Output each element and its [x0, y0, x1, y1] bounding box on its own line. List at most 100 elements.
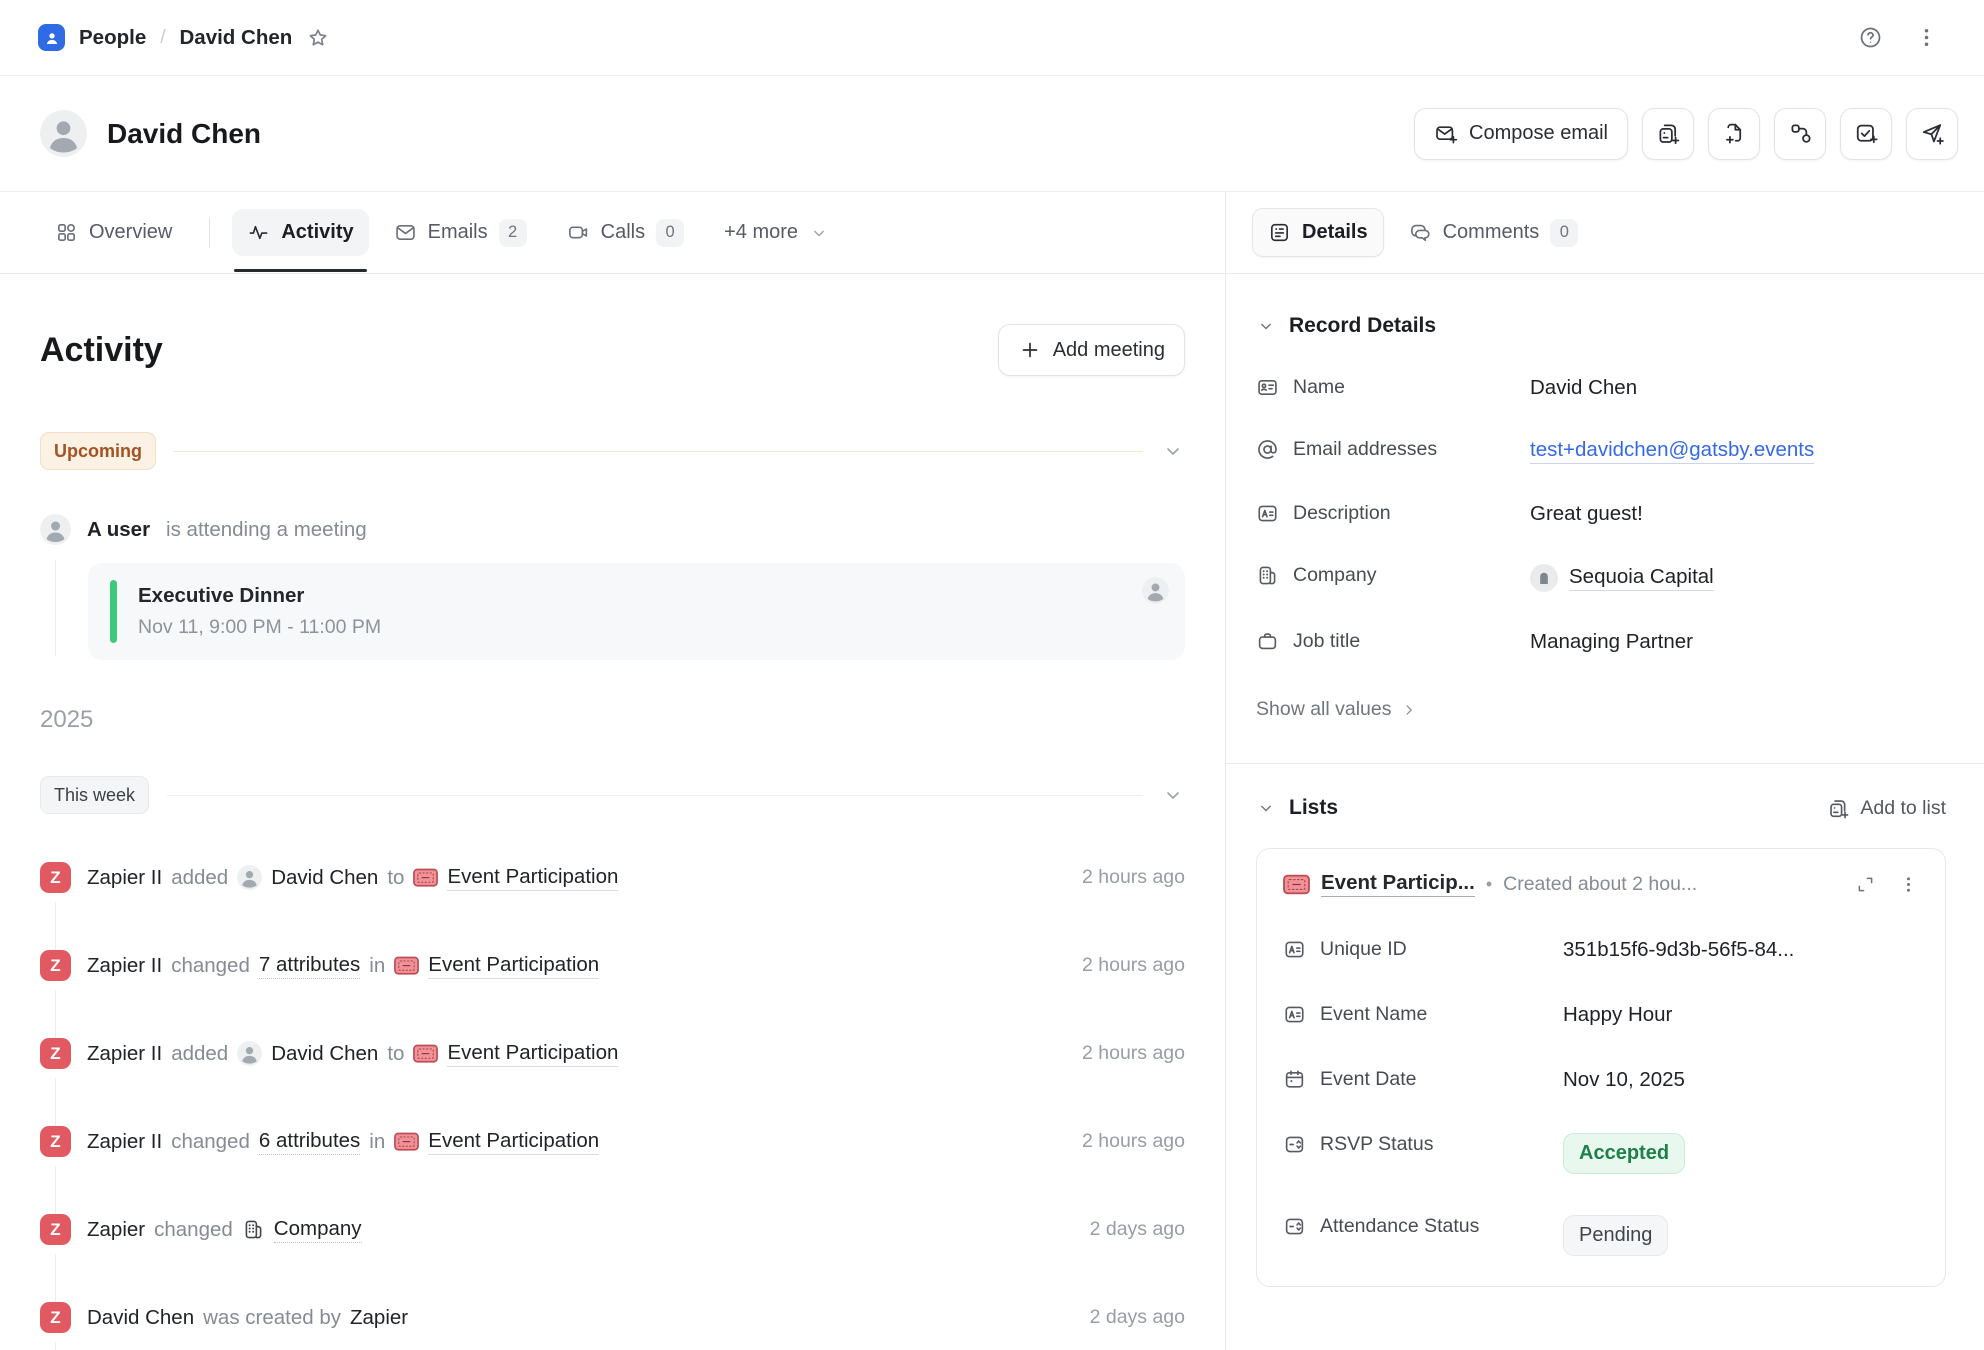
field-row: Name David Chen: [1256, 376, 1946, 400]
building-icon: [1256, 564, 1279, 587]
list-entry-meta: Created about 2 hou...: [1503, 873, 1844, 896]
tab-details[interactable]: Details: [1252, 208, 1384, 257]
topbar-actions: [1852, 20, 1944, 56]
add-to-list-button[interactable]: Add to list: [1827, 797, 1946, 820]
workflow-button[interactable]: [1774, 108, 1826, 160]
attribute-link[interactable]: 7 attributes: [259, 953, 360, 979]
tab-comments[interactable]: Comments0: [1394, 207, 1594, 259]
file-add-button[interactable]: [1708, 108, 1760, 160]
attending-text: is attending a meeting: [166, 518, 367, 542]
send-add-button[interactable]: [1906, 108, 1958, 160]
list-add-icon: [1827, 797, 1850, 820]
envelope-plus-icon: [1434, 122, 1458, 146]
actor-name: Zapier: [350, 1306, 408, 1330]
field-value[interactable]: Managing Partner: [1530, 630, 1693, 654]
event-verb: changed: [154, 1218, 233, 1242]
field-row: Unique ID351b15f6-9d3b-56f5-84...: [1283, 938, 1919, 962]
record-link[interactable]: David Chen: [271, 866, 378, 890]
actor-name: Zapier II: [87, 866, 162, 890]
status-badge[interactable]: Accepted: [1563, 1133, 1685, 1174]
event-verb: was created by: [203, 1306, 341, 1330]
email-link[interactable]: test+davidchen@gatsby.events: [1530, 438, 1814, 464]
list-entry-fields: Unique ID351b15f6-9d3b-56f5-84...Event N…: [1283, 938, 1919, 1256]
list-link[interactable]: Event Participation: [447, 865, 618, 891]
collapse-upcoming-chevron-icon[interactable]: [1161, 439, 1185, 463]
tab-calls[interactable]: Calls0: [552, 207, 699, 259]
file-add-icon: [1722, 121, 1747, 146]
feed-timestamp: 2 days ago: [1070, 1218, 1185, 1241]
field-row: RSVP Status Accepted: [1283, 1133, 1919, 1174]
breadcrumb-record[interactable]: David Chen: [180, 26, 293, 50]
note-add-icon: [1656, 121, 1681, 146]
actor-name: Zapier II: [87, 1130, 162, 1154]
field-value[interactable]: David Chen: [1530, 376, 1637, 400]
ticket-icon: [1283, 874, 1310, 895]
note-add-button[interactable]: [1642, 108, 1694, 160]
add-meeting-button[interactable]: Add meeting: [998, 324, 1185, 376]
tab-more[interactable]: +4 more: [709, 209, 844, 256]
workflow-icon: [1788, 121, 1813, 146]
breadcrumb-workspace[interactable]: People: [79, 26, 146, 50]
help-button[interactable]: [1852, 20, 1888, 56]
actor-name: Zapier: [87, 1218, 145, 1242]
upcoming-badge: Upcoming: [40, 432, 156, 470]
company-link[interactable]: Sequoia Capital: [1569, 565, 1714, 591]
feed-timestamp: 2 hours ago: [1062, 1042, 1185, 1065]
meeting-attendee-avatar: [1142, 577, 1169, 604]
meeting-card[interactable]: Executive Dinner Nov 11, 9:00 PM - 11:00…: [88, 563, 1185, 660]
kebab-menu-icon[interactable]: [1898, 874, 1919, 895]
record-title: David Chen: [107, 118, 261, 150]
record-link[interactable]: David Chen: [87, 1306, 194, 1330]
text-attr-icon: [1283, 938, 1306, 961]
panel-divider: [1226, 763, 1984, 764]
people-app-icon[interactable]: [38, 24, 65, 51]
briefcase-icon: [1256, 630, 1279, 653]
tab-divider: [209, 218, 210, 248]
attendee-avatar: [40, 514, 71, 545]
field-row: Event DateNov 10, 2025: [1283, 1068, 1919, 1092]
lists-chevron-icon[interactable]: [1256, 798, 1276, 818]
field-value[interactable]: Nov 10, 2025: [1563, 1068, 1685, 1092]
field-value[interactable]: 351b15f6-9d3b-56f5-84...: [1563, 938, 1794, 962]
tab-activity[interactable]: Activity: [232, 209, 368, 256]
ticket-icon: [394, 956, 419, 975]
attribute-link[interactable]: Company: [274, 1217, 362, 1243]
compose-email-button[interactable]: Compose email: [1414, 108, 1628, 160]
field-label: Email addresses: [1293, 438, 1437, 461]
tab-overview[interactable]: Overview: [40, 209, 187, 256]
text-attr-icon: [1283, 1003, 1306, 1026]
status-badge[interactable]: Pending: [1563, 1215, 1668, 1256]
tab-label: Activity: [281, 221, 353, 244]
tab-emails[interactable]: Emails2: [379, 207, 542, 259]
field-label: RSVP Status: [1320, 1133, 1433, 1156]
kebab-button[interactable]: [1908, 20, 1944, 56]
list-link[interactable]: Event Participation: [428, 953, 599, 979]
attending-actor: A user: [87, 518, 150, 542]
favorite-star-icon[interactable]: [306, 26, 330, 50]
attribute-link[interactable]: 6 attributes: [259, 1129, 360, 1155]
field-label: Company: [1293, 564, 1376, 587]
record-avatar[interactable]: [40, 110, 87, 157]
record-link[interactable]: David Chen: [271, 1042, 378, 1066]
field-row: Email addresses test+davidchen@gatsby.eve…: [1256, 438, 1946, 464]
record-details-chevron-icon[interactable]: [1256, 316, 1276, 336]
list-link[interactable]: Event Participation: [447, 1041, 618, 1067]
field-value[interactable]: Happy Hour: [1563, 1003, 1672, 1027]
zapier-avatar: Z: [40, 950, 71, 981]
event-verb: in: [369, 1130, 385, 1154]
list-link[interactable]: Event Participation: [428, 1129, 599, 1155]
expand-icon[interactable]: [1855, 874, 1876, 895]
collapse-week-chevron-icon[interactable]: [1161, 783, 1185, 807]
field-value[interactable]: Great guest!: [1530, 502, 1643, 526]
breadcrumb: People / David Chen: [38, 24, 330, 51]
task-add-button[interactable]: [1840, 108, 1892, 160]
field-row: Attendance StatusPending: [1283, 1215, 1919, 1256]
week-divider-line: [167, 795, 1143, 796]
show-all-values-link[interactable]: Show all values: [1256, 698, 1946, 721]
field-label: Name: [1293, 376, 1345, 399]
top-bar: People / David Chen: [0, 0, 1984, 76]
text-attr-icon: [1256, 502, 1279, 525]
ticket-icon: [413, 868, 438, 887]
list-entry-title[interactable]: Event Particip...: [1321, 871, 1475, 897]
doc-note-icon: [1268, 221, 1291, 244]
